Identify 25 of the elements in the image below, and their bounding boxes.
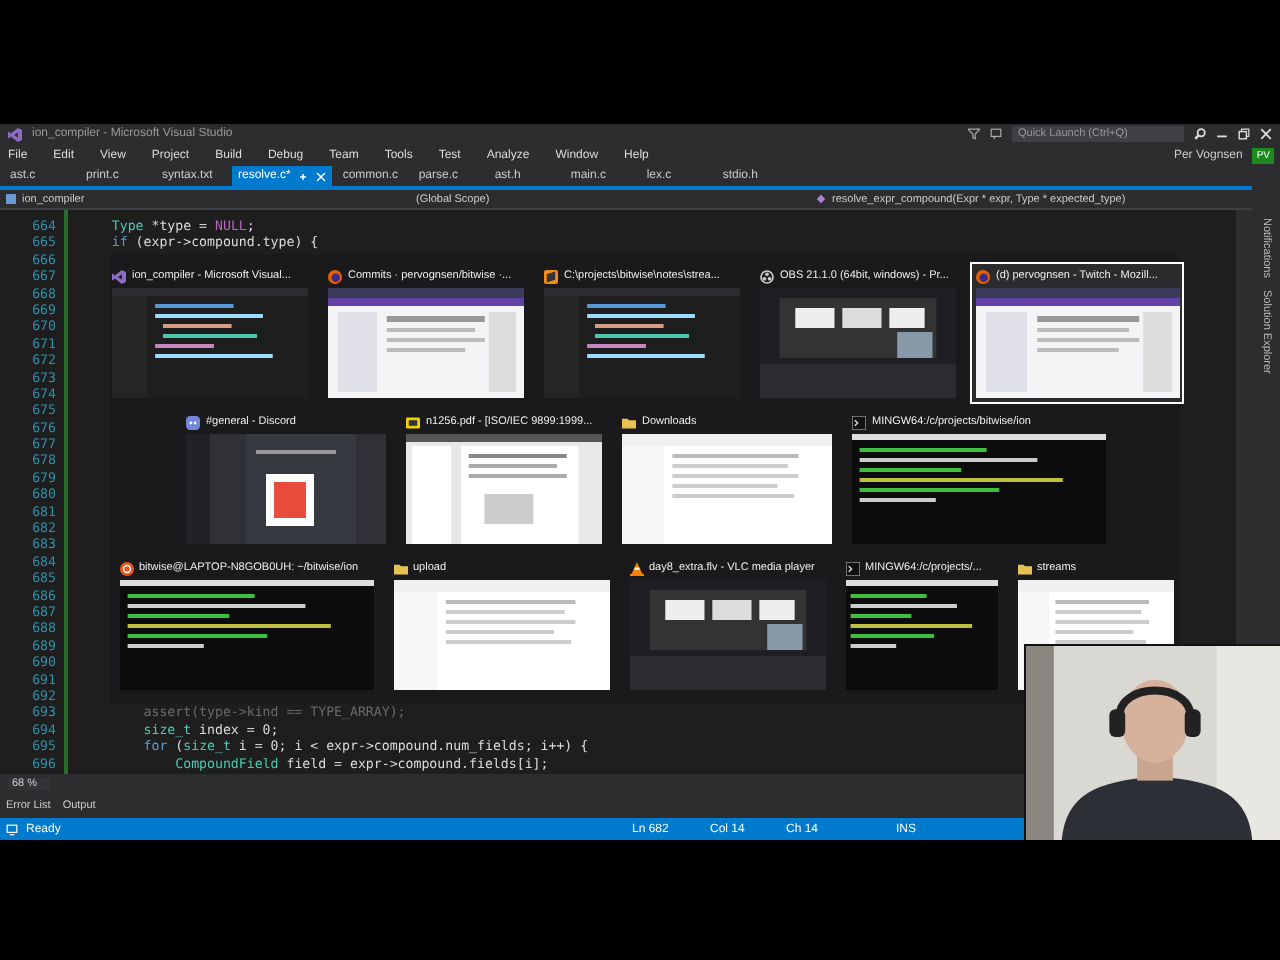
filter-icon[interactable] — [968, 128, 980, 140]
code-editor-icon — [112, 269, 126, 283]
pin-icon[interactable] — [298, 171, 309, 181]
restore-icon[interactable] — [1238, 128, 1250, 140]
search-icon[interactable] — [1194, 128, 1206, 140]
output-icon — [6, 823, 18, 835]
feedback-icon[interactable] — [990, 128, 1002, 140]
folder-icon — [393, 561, 407, 575]
chat-icon — [186, 415, 200, 429]
folder-icon — [622, 415, 636, 429]
project-icon — [6, 194, 16, 204]
close-icon[interactable] — [1260, 128, 1272, 140]
folder-icon — [1017, 561, 1031, 575]
circle-logo-icon — [119, 561, 133, 575]
traffic-cone-icon — [629, 561, 643, 575]
browser-icon — [328, 269, 342, 283]
terminal-icon — [852, 415, 866, 429]
text-editor-icon — [544, 269, 558, 283]
function-icon — [816, 194, 826, 204]
browser-icon — [976, 269, 990, 283]
vertical-scrollbar[interactable] — [1236, 210, 1252, 648]
recorder-icon — [760, 269, 774, 283]
terminal-icon — [845, 561, 859, 575]
document-icon — [406, 415, 420, 429]
logo-icon — [8, 127, 22, 141]
